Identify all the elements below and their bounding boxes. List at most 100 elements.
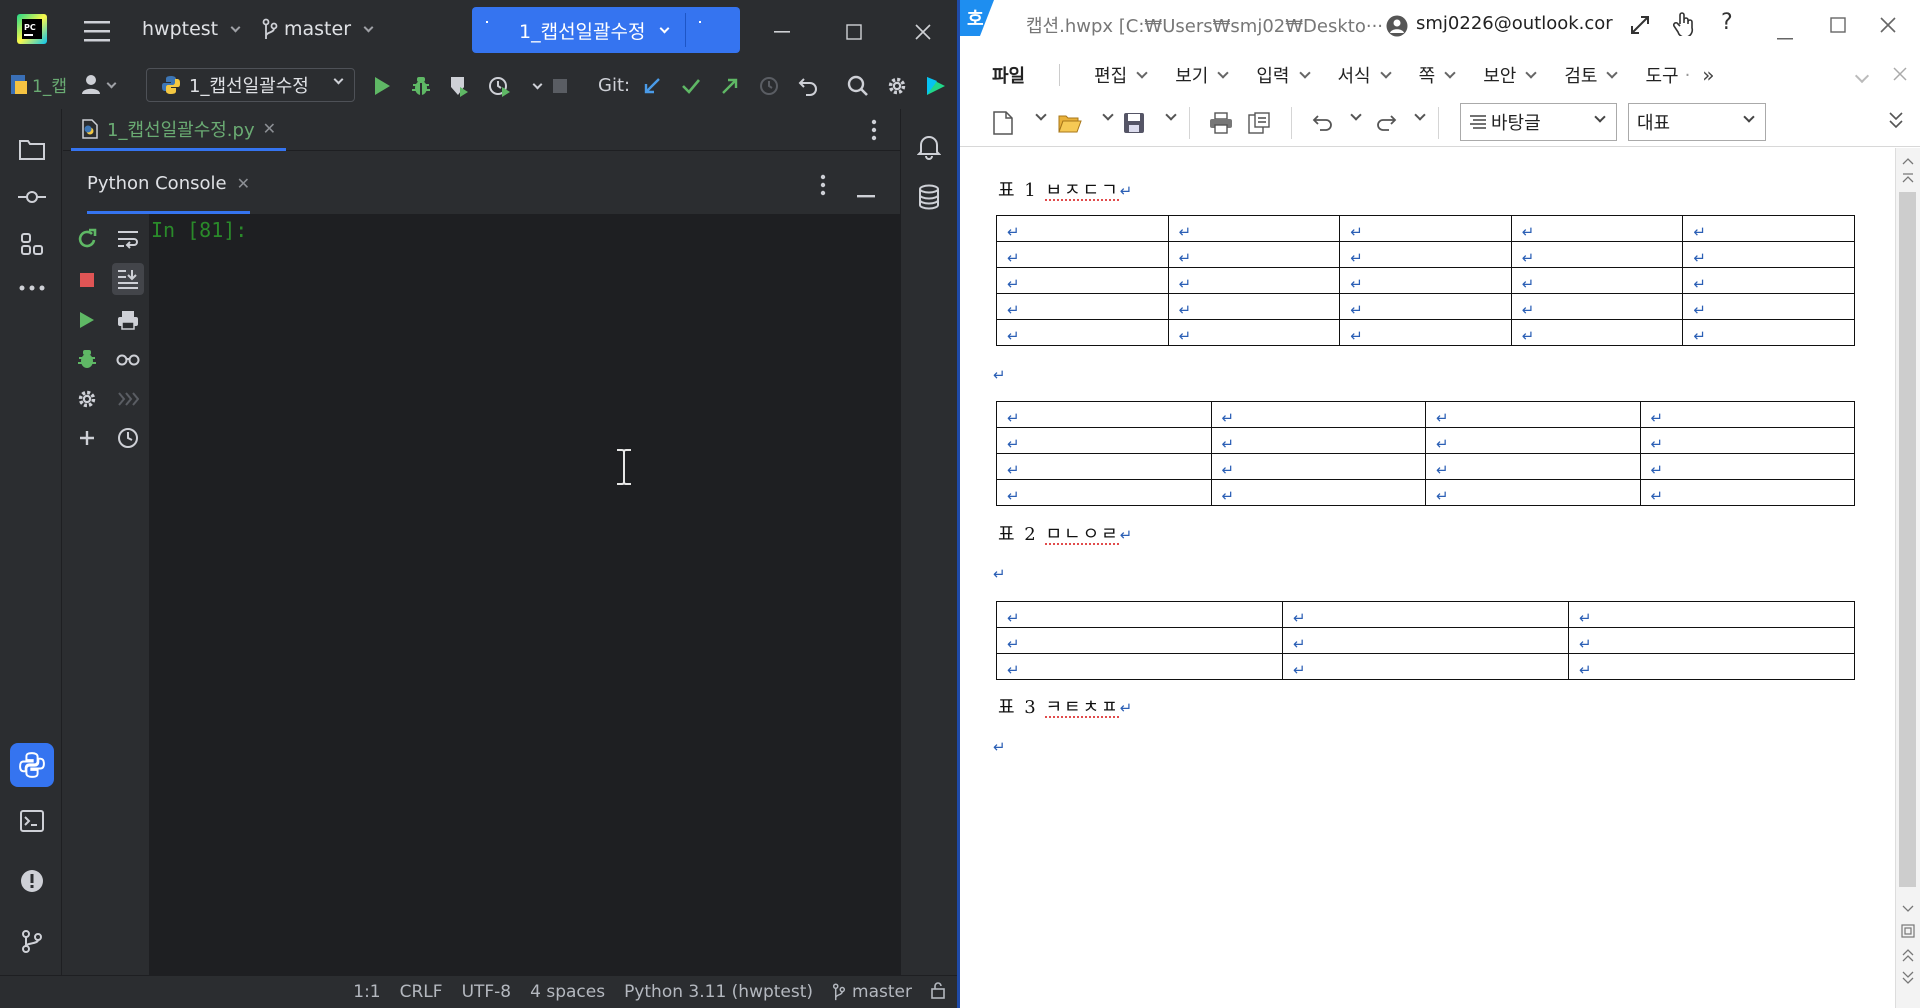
hide-panel-icon[interactable]: [857, 183, 875, 198]
collapse-toolbar-icon[interactable]: [1888, 109, 1904, 135]
editor-tab[interactable]: 1_캡선일괄수정.py ✕: [71, 109, 287, 151]
table-cell[interactable]: ↵: [1339, 319, 1512, 346]
menu-file[interactable]: 파일: [992, 62, 1025, 88]
table-cell[interactable]: ↵: [1639, 401, 1855, 428]
fullscreen-icon[interactable]: [1629, 14, 1651, 41]
commit-icon[interactable]: [12, 177, 52, 217]
account-email[interactable]: smj0226@outlook.cor: [1416, 13, 1613, 34]
redo-icon[interactable]: [1375, 113, 1397, 137]
history-icon[interactable]: [113, 423, 143, 453]
chevron-down-icon[interactable]: [1035, 109, 1047, 121]
hwp-minimize-button[interactable]: [1777, 24, 1793, 45]
settings-icon[interactable]: [72, 384, 102, 414]
table-cell[interactable]: ↵: [1339, 241, 1512, 268]
document-page[interactable]: 표 1 ㅂㅈㄷㄱ↵ ↵ ↵ ↵ ↵ ↵ ↵ ↵ ↵ ↵ ↵ ↵ ↵ ↵ ↵ ↵ ↵ ↵ ↵ ↵ ↵ ↵ ↵ ↵ ↵ ↵ ↵ ↵ ↵…: [960, 148, 1895, 1008]
close-ribbon-icon[interactable]: [1892, 66, 1908, 87]
profiler-icon[interactable]: [482, 68, 518, 104]
table-cell[interactable]: ↵: [1167, 293, 1341, 320]
font-select[interactable]: 대표: [1628, 103, 1766, 141]
readonly-lock-icon[interactable]: [931, 981, 947, 1004]
close-tab-icon[interactable]: ✕: [263, 119, 276, 138]
table-cell[interactable]: ↵: [1339, 293, 1512, 320]
table-cell[interactable]: ↵: [1282, 653, 1569, 680]
table-cell[interactable]: ↵: [1339, 215, 1512, 242]
table-cell[interactable]: ↵: [996, 267, 1169, 294]
minimize-button[interactable]: [748, 0, 816, 63]
hwp-close-button[interactable]: [1879, 16, 1897, 39]
paragraph-mark[interactable]: ↵: [993, 565, 1006, 583]
table-cell[interactable]: ↵: [1510, 215, 1684, 242]
scroll-up-icon[interactable]: [1902, 150, 1914, 169]
new-document-icon[interactable]: [992, 111, 1014, 139]
table-cell[interactable]: ↵: [1510, 267, 1684, 294]
table-cell[interactable]: ↵: [1682, 215, 1855, 242]
undo-icon[interactable]: [1312, 113, 1334, 137]
scroll-thumb[interactable]: [1899, 192, 1916, 887]
table-cell[interactable]: ↵: [996, 427, 1212, 454]
table-cell[interactable]: ↵: [1210, 401, 1426, 428]
table-cell[interactable]: ↵: [996, 653, 1283, 680]
status-interpreter[interactable]: Python 3.11 (hwptest): [624, 982, 813, 1002]
git-commit-icon[interactable]: [673, 68, 709, 104]
table-cell[interactable]: ↵: [1167, 267, 1341, 294]
table-cell[interactable]: ↵: [996, 293, 1169, 320]
table-cell[interactable]: ↵: [1510, 293, 1684, 320]
tab-options-icon[interactable]: [864, 118, 884, 142]
scroll-down-icon[interactable]: [1902, 898, 1914, 917]
database-icon[interactable]: [909, 177, 949, 217]
menu-review[interactable]: 검토: [1564, 62, 1619, 88]
table-1[interactable]: ↵ ↵ ↵ ↵ ↵ ↵ ↵ ↵ ↵ ↵ ↵ ↵ ↵ ↵ ↵ ↵ ↵ ↵ ↵ ↵ ↵ ↵ ↵ ↵ ↵: [996, 215, 1855, 346]
table-cell[interactable]: ↵: [1210, 427, 1426, 454]
status-position[interactable]: 1:1: [353, 982, 380, 1002]
table-cell[interactable]: ↵: [1425, 479, 1641, 506]
close-window-button[interactable]: [889, 0, 957, 63]
chevron-down-icon[interactable]: [1350, 109, 1362, 121]
account-avatar-icon[interactable]: [1386, 15, 1408, 42]
hwp-maximize-button[interactable]: [1830, 17, 1846, 38]
open-folder-icon[interactable]: [1058, 113, 1082, 137]
console-output[interactable]: In [81]:: [150, 214, 900, 975]
table-caption-3[interactable]: 표 3 ㅋㅌㅊㅍ↵: [998, 693, 1134, 719]
execute-icon[interactable]: [72, 305, 102, 335]
main-menu-icon[interactable]: [84, 20, 110, 42]
table-cell[interactable]: ↵: [1682, 319, 1855, 346]
next-page-icon[interactable]: [1902, 970, 1914, 989]
table-cell[interactable]: ↵: [1425, 401, 1641, 428]
table-cell[interactable]: ↵: [996, 319, 1169, 346]
table-cell[interactable]: ↵: [1568, 601, 1855, 628]
git-icon[interactable]: [12, 921, 52, 961]
table-2[interactable]: ↵ ↵ ↵ ↵ ↵ ↵ ↵ ↵ ↵ ↵ ↵ ↵ ↵ ↵ ↵ ↵: [996, 401, 1855, 506]
menu-page[interactable]: 쪽: [1419, 62, 1456, 88]
maximize-button[interactable]: [820, 0, 888, 63]
jetbrains-ai-icon[interactable]: [918, 68, 954, 104]
table-caption-2[interactable]: 표 2 ㅁㄴㅇㄹ↵: [998, 520, 1134, 546]
run-config-select[interactable]: 1_캡선일괄수정: [146, 68, 355, 102]
table-cell[interactable]: ↵: [1425, 453, 1641, 480]
menu-format[interactable]: 서식: [1338, 62, 1392, 88]
table-cell[interactable]: ↵: [1167, 215, 1341, 242]
prev-page-icon[interactable]: [1902, 947, 1914, 966]
page-view-icon[interactable]: [1901, 923, 1915, 942]
rollback-icon[interactable]: [790, 68, 826, 104]
add-icon[interactable]: [72, 423, 102, 453]
table-cell[interactable]: ↵: [1682, 293, 1855, 320]
table-cell[interactable]: ↵: [1282, 601, 1569, 628]
status-branch[interactable]: master: [832, 982, 912, 1002]
show-variables-icon[interactable]: [113, 344, 143, 374]
paragraph-mark[interactable]: ↵: [993, 366, 1006, 384]
print-icon[interactable]: [113, 305, 143, 335]
project-selector[interactable]: hwptest: [142, 18, 241, 40]
touch-mode-icon[interactable]: [1672, 12, 1694, 41]
python-console-icon[interactable]: [10, 743, 54, 787]
project-chip[interactable]: 1_캡: [10, 72, 67, 97]
table-cell[interactable]: ↵: [1510, 241, 1684, 268]
git-update-icon[interactable]: [634, 68, 670, 104]
search-icon[interactable]: [840, 68, 876, 104]
terminal-icon[interactable]: [12, 801, 52, 841]
menu-tools[interactable]: 도구 ·: [1645, 62, 1690, 88]
git-push-icon[interactable]: [712, 68, 748, 104]
save-icon[interactable]: [1123, 112, 1145, 138]
table-cell[interactable]: ↵: [1339, 267, 1512, 294]
table-cell[interactable]: ↵: [1167, 241, 1341, 268]
status-indent[interactable]: 4 spaces: [530, 982, 605, 1002]
